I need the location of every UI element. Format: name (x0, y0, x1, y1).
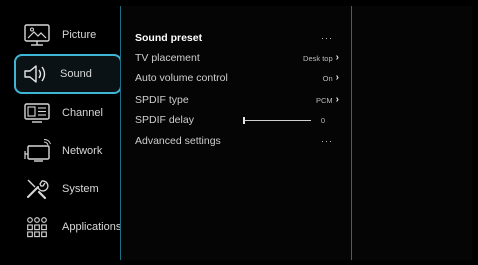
slider-handle[interactable] (243, 117, 245, 124)
setting-value-text: PCM (315, 95, 333, 105)
setting-value-text: On (322, 73, 333, 83)
setting-row-auto-volume-control[interactable]: Auto volume control On › (135, 69, 339, 87)
menu-item-sound[interactable]: Sound (14, 54, 122, 94)
more-options-icon: ··· (321, 33, 333, 43)
channel-icon (22, 99, 52, 127)
menu-item-label: Picture (62, 29, 97, 41)
menu-item-label: System (62, 183, 99, 195)
menu-item-system[interactable]: System (16, 170, 120, 208)
setting-label: Advanced settings (135, 135, 221, 147)
category-menu: Picture Sound Channel Network System App… (6, 6, 122, 260)
setting-row-spdif-type[interactable]: SPDIF type PCM › (135, 91, 339, 109)
setting-row-tv-placement[interactable]: TV placement Desk top › (135, 49, 339, 67)
picture-icon (22, 21, 52, 49)
chevron-right-icon: › (335, 52, 339, 63)
setting-value: PCM › (316, 95, 339, 105)
sound-settings-panel: Sound preset ··· TV placement Desk top ›… (121, 6, 351, 260)
menu-item-applications[interactable]: Applications (16, 208, 122, 246)
chevron-right-icon: › (335, 94, 339, 105)
setting-value: ··· (321, 33, 339, 43)
spdif-delay-slider[interactable] (243, 117, 311, 124)
setting-value: Desk top › (303, 53, 339, 63)
tv-settings-screen: Picture Sound Channel Network System App… (0, 0, 478, 265)
menu-item-network[interactable]: Network (16, 132, 120, 170)
more-options-icon: ··· (321, 136, 333, 146)
setting-value: On › (323, 73, 339, 83)
system-icon (22, 175, 52, 203)
setting-value-text: Desk top (303, 53, 333, 63)
setting-label: TV placement (135, 52, 200, 64)
setting-label: SPDIF type (135, 94, 189, 106)
sound-icon (20, 60, 50, 88)
setting-value: ··· (321, 136, 339, 146)
setting-row-spdif-delay[interactable]: SPDIF delay 0 (135, 111, 339, 129)
setting-label: SPDIF delay (135, 114, 194, 126)
menu-item-label: Sound (60, 68, 92, 80)
setting-row-sound-preset[interactable]: Sound preset ··· (135, 29, 339, 47)
setting-row-advanced-settings[interactable]: Advanced settings ··· (135, 132, 339, 150)
chevron-right-icon: › (335, 72, 339, 83)
menu-item-channel[interactable]: Channel (16, 94, 120, 132)
applications-icon (22, 213, 52, 241)
menu-item-label: Network (62, 145, 103, 157)
menu-item-label: Applications (62, 221, 122, 233)
setting-value-text: 0 (320, 115, 325, 125)
detail-pane (352, 6, 472, 260)
menu-item-picture[interactable]: Picture (16, 16, 120, 54)
network-icon (22, 137, 52, 165)
setting-label: Sound preset (135, 32, 203, 44)
setting-label: Auto volume control (135, 72, 228, 84)
menu-item-label: Channel (62, 107, 103, 119)
